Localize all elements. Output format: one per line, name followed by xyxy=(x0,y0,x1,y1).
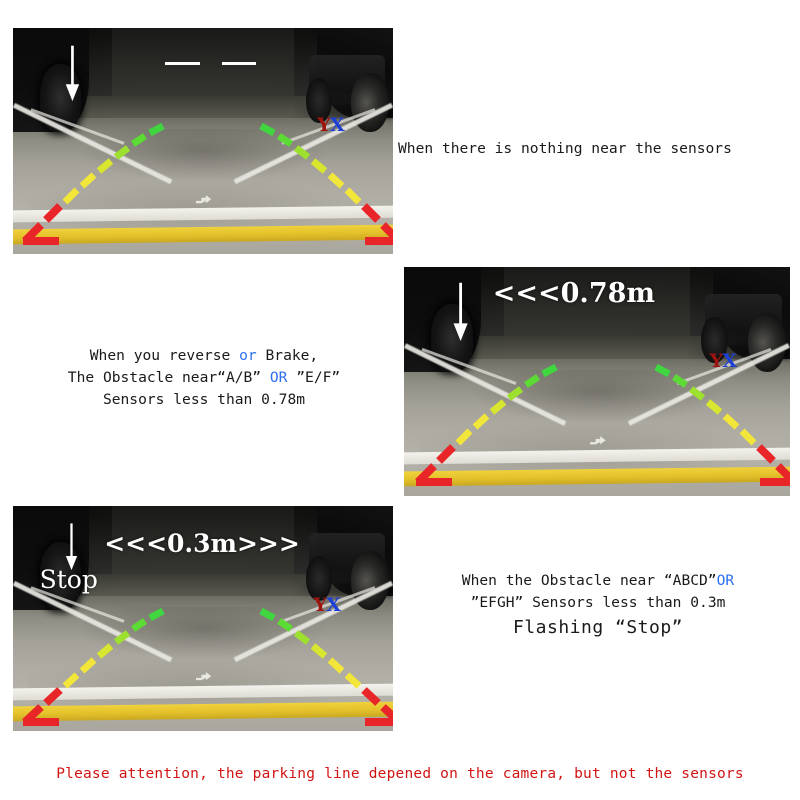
caption-line-3: Flashing “Stop” xyxy=(400,614,796,641)
caption-line-3: Sensors less than 0.78m xyxy=(18,389,390,411)
yx-brand-logo: YX xyxy=(709,349,737,372)
overlay-stop-text: Stop xyxy=(39,564,98,594)
photo-panel-078m: <<<0.78m YX xyxy=(404,267,790,496)
caption-text: ”E/F” xyxy=(287,368,341,386)
caption-text: Brake, xyxy=(256,347,319,364)
caption-panel-03m: When the Obstacle near “ABCD”OR ”EFGH” S… xyxy=(400,570,796,641)
caption-line-1: When the Obstacle near “ABCD”OR xyxy=(400,570,796,592)
floor-arrow-marking xyxy=(195,194,212,203)
caption-panel-078m: When you reverse or Brake, The Obstacle … xyxy=(18,345,390,411)
caption-line-2: The Obstacle near“A/B” OR ”E/F” xyxy=(18,367,390,389)
caption-text: Sensors less than 0.78m xyxy=(102,390,306,408)
caption-panel-no-obstacle: When there is nothing near the sensors xyxy=(398,138,732,160)
caption-highlight-or: OR xyxy=(716,572,735,589)
logo-letter-x: X xyxy=(326,594,341,616)
overlay-dash-2 xyxy=(221,61,257,65)
floor-arrow-marking xyxy=(195,672,212,681)
caption-line-2: ”EFGH” Sensors less than 0.3m xyxy=(400,592,796,614)
photo-panel-03m: <<<0.3m>>> Stop YX xyxy=(13,506,393,731)
infographic-page: YX When there is nothing near the sensor… xyxy=(0,0,800,800)
logo-letter-x: X xyxy=(329,114,345,137)
photo-panel-no-obstacle: YX xyxy=(13,28,393,254)
caption-line-1: When you reverse or Brake, xyxy=(18,345,390,367)
floor-arrow-marking xyxy=(589,436,606,445)
down-arrow-icon xyxy=(453,282,468,341)
caption-text: When the Obstacle near “ABCD” xyxy=(461,572,717,589)
overlay-dashes xyxy=(165,57,257,68)
logo-letter-y: Y xyxy=(313,594,327,616)
caption-highlight-or: OR xyxy=(269,368,288,386)
caption-line-1: When there is nothing near the sensors xyxy=(398,140,732,157)
logo-letter-y: Y xyxy=(317,114,331,137)
overlay-dash-1 xyxy=(165,61,200,65)
caption-text: The Obstacle near“A/B” xyxy=(67,368,270,386)
caption-text: Flashing “Stop” xyxy=(512,616,684,638)
caption-highlight-or: or xyxy=(239,347,257,364)
down-arrow-icon xyxy=(66,45,80,101)
caption-text: ”EFGH” Sensors less than 0.3m xyxy=(470,593,726,611)
yx-brand-logo: YX xyxy=(317,114,345,137)
overlay-distance-03m: <<<0.3m>>> xyxy=(104,528,300,558)
logo-letter-y: Y xyxy=(709,349,724,372)
caption-text: When you reverse xyxy=(89,347,240,364)
logo-letter-x: X xyxy=(722,349,737,372)
overlay-distance-078m: <<<0.78m xyxy=(492,278,655,310)
warning-note: Please attention, the parking line depen… xyxy=(56,766,744,782)
yx-brand-logo: YX xyxy=(313,594,341,616)
